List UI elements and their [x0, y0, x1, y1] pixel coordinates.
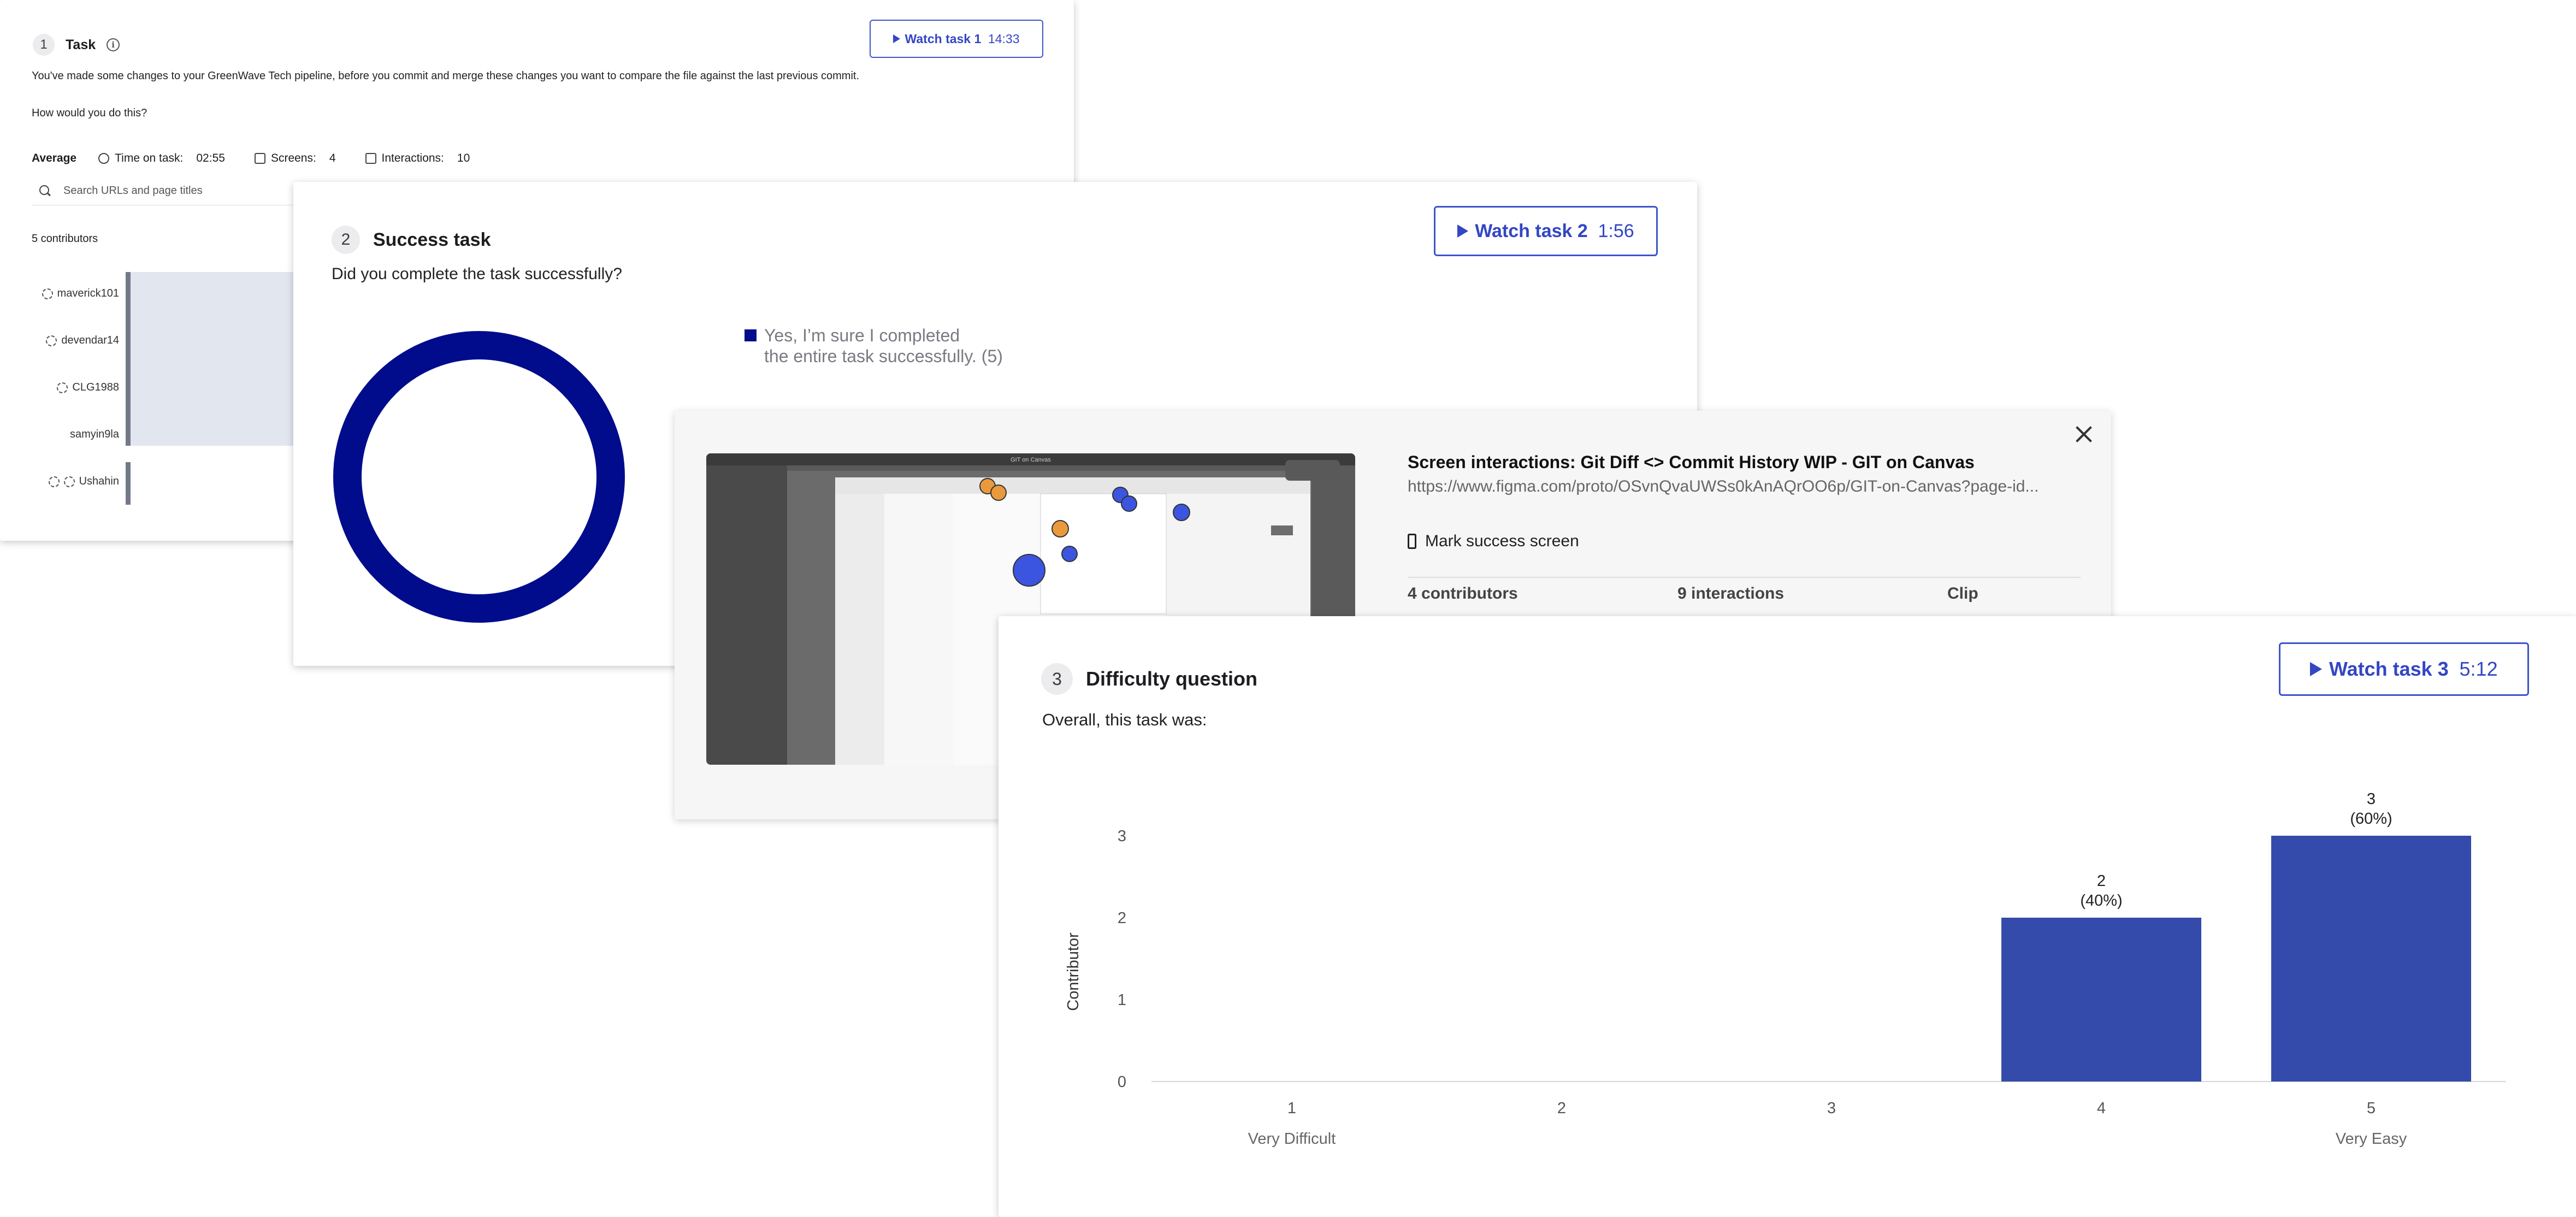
- thumb-dropdown: [1040, 493, 1167, 615]
- thumb-title: GIT on Canvas: [1011, 457, 1051, 463]
- watch-task-2-button[interactable]: Watch task 2 1:56: [1434, 206, 1658, 256]
- y-tick-label: 1: [1118, 991, 1126, 1009]
- bar: [2001, 918, 2201, 1082]
- x-tick-label: 3: [1827, 1100, 1836, 1117]
- timer-icon: [98, 153, 110, 164]
- watch-task-1-button[interactable]: Watch task 1 14:33: [870, 20, 1043, 58]
- user-icon: [46, 335, 57, 346]
- y-tick-label: 3: [1118, 828, 1126, 845]
- bar-value-label: 3: [2367, 790, 2376, 808]
- legend-label-line2: the entire task successfully. (5): [764, 346, 1003, 366]
- task-2-header: 2 Success task: [332, 226, 491, 254]
- user-row[interactable]: maverick101: [42, 287, 119, 300]
- screens-stat: Screens: 4: [254, 152, 336, 165]
- clip-stat[interactable]: Clip: [1947, 584, 2217, 603]
- donut-ring-yes: [333, 331, 625, 623]
- timer-icon: [48, 476, 60, 487]
- success-donut-chart: [333, 331, 625, 623]
- user-row[interactable]: samyin9la: [70, 428, 119, 441]
- path-bar: [126, 272, 131, 446]
- user-row[interactable]: devendar14: [46, 334, 119, 347]
- bar-value-label: 2: [2097, 872, 2106, 890]
- legend-swatch: [745, 329, 757, 341]
- y-tick-label: 0: [1118, 1073, 1126, 1091]
- task-number-badge: 2: [332, 226, 360, 254]
- user-row[interactable]: Ushahin: [48, 475, 119, 488]
- task-title: Success task: [373, 229, 491, 250]
- difficulty-bar-chart: 0 1 2 3 Contributor 1 Very Difficult 2 3 2 (40%) 4 3…: [1065, 790, 2506, 1148]
- contributors-stat: 4 contributors: [1408, 584, 1518, 602]
- average-stats: Average Time on task: 02:55 Screens: 4 I…: [32, 152, 499, 165]
- x-tick-label: 5: [2367, 1100, 2376, 1117]
- chart-legend: Yes, I’m sure I completed the entire tas…: [745, 325, 1003, 367]
- task-question: Did you complete the task successfully?: [332, 265, 622, 283]
- x-tick-label: 1: [1287, 1100, 1296, 1117]
- path-lane: [131, 272, 294, 446]
- thumb-button: [1271, 525, 1293, 535]
- play-icon: [1457, 225, 1469, 238]
- y-tick-label: 2: [1118, 909, 1126, 927]
- task-description: You've made some changes to your GreenWa…: [32, 70, 860, 119]
- screen-url[interactable]: https://www.figma.com/proto/OSvnQvaUWSs0…: [1408, 477, 2079, 496]
- search-placeholder: Search URLs and page titles: [63, 185, 203, 197]
- legend-label-line1: Yes, I’m sure I completed: [764, 326, 960, 345]
- duration: 14:33: [988, 31, 1020, 46]
- x-tick-sublabel: Very Easy: [2336, 1130, 2407, 1148]
- average-label: Average: [32, 152, 77, 164]
- contributors-count: 5 contributors: [32, 233, 98, 245]
- user-row[interactable]: CLG1988: [57, 381, 119, 394]
- duration: 1:56: [1598, 220, 1634, 241]
- thumb-nav: [835, 494, 884, 765]
- path-bar: [126, 462, 131, 505]
- mark-success-screen-button[interactable]: Mark success screen: [1408, 532, 1579, 551]
- user-icon: [57, 382, 68, 393]
- interactions-stat: 9 interactions: [1677, 584, 1785, 602]
- close-icon[interactable]: [2073, 423, 2095, 445]
- info-icon[interactable]: i: [107, 38, 120, 51]
- x-tick-sublabel: Very Difficult: [1248, 1130, 1336, 1148]
- click-marker: [1173, 504, 1190, 521]
- interactions-stat: Interactions: 10: [365, 152, 470, 165]
- task-number-badge: 1: [33, 34, 55, 56]
- play-icon: [893, 34, 901, 43]
- interactions-icon: [365, 153, 376, 164]
- bar: [2271, 836, 2471, 1082]
- phone-icon: [1408, 534, 1416, 549]
- search-icon: [39, 185, 51, 197]
- thumb-header: [835, 477, 1310, 494]
- click-marker: [1051, 520, 1069, 537]
- bar-percent-label: (40%): [2080, 892, 2122, 909]
- screen-title: Screen interactions: Git Diff <> Commit …: [1408, 452, 1975, 472]
- screen-stats: 4 contributors 9 interactions Clip: [1408, 584, 2217, 603]
- y-axis-label: Contributor: [1065, 932, 1082, 1011]
- thumb-chip: [1285, 460, 1340, 481]
- click-marker: [1061, 546, 1078, 562]
- thumb-list: [884, 494, 953, 765]
- divider: [1408, 577, 2081, 578]
- bar-percent-label: (60%): [2350, 810, 2392, 828]
- thumb-left-panel: [706, 465, 787, 765]
- task-1-header: 1 Task i: [33, 34, 120, 56]
- tag-icon: [63, 476, 75, 487]
- screens-icon: [254, 153, 265, 164]
- click-marker: [1121, 495, 1137, 512]
- time-on-task-stat: Time on task: 02:55: [98, 152, 225, 165]
- task-title: Task: [66, 37, 96, 52]
- user-icon: [42, 288, 53, 299]
- x-tick-label: 4: [2097, 1100, 2106, 1117]
- click-marker: [990, 485, 1007, 501]
- task-3-panel: 3 Difficulty question Watch task 3 5:12 …: [999, 616, 2576, 1217]
- x-tick-label: 2: [1557, 1100, 1566, 1117]
- click-marker: [1013, 554, 1045, 587]
